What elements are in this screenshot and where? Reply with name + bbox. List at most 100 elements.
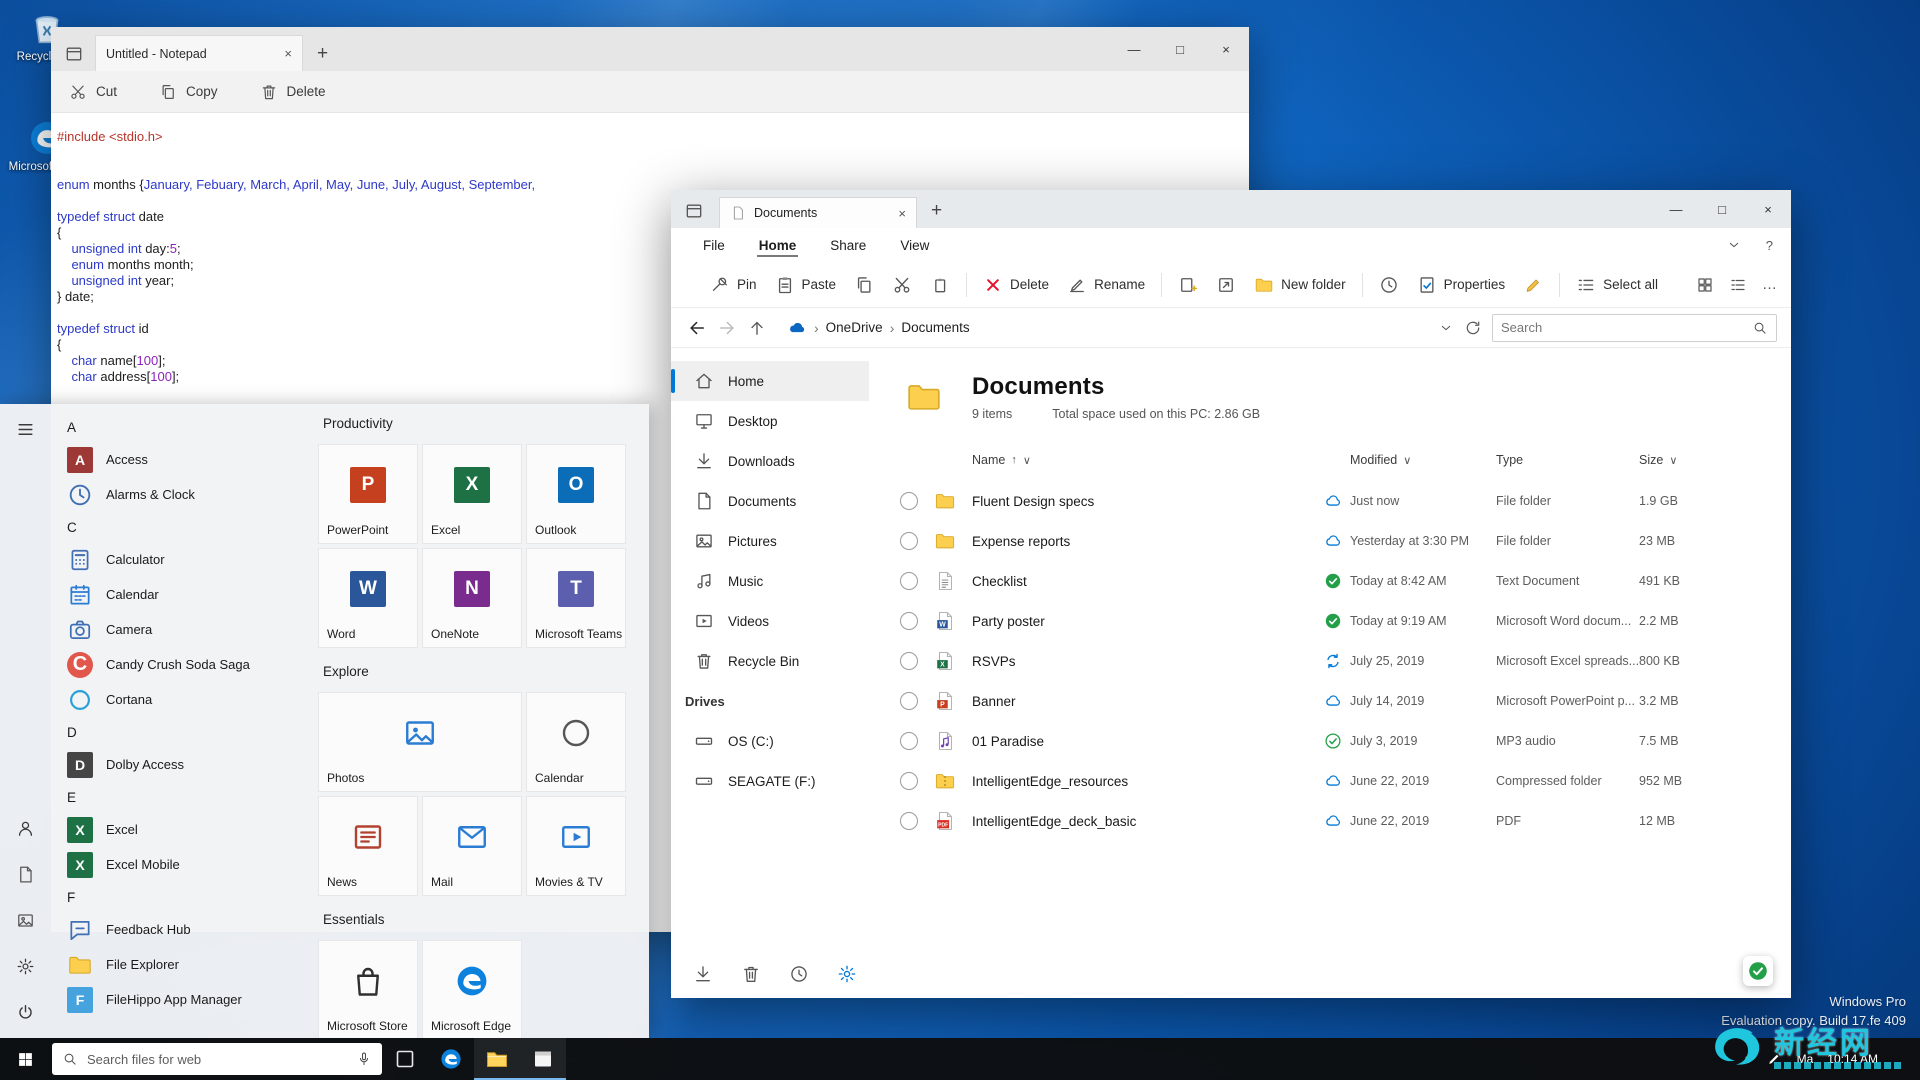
sidebar-item-os-c[interactable]: OS (C:) — [671, 721, 869, 761]
taskbar-window-button[interactable] — [520, 1038, 566, 1080]
tile-photos[interactable]: Photos — [318, 692, 522, 792]
tile-group-title[interactable]: Productivity — [323, 416, 639, 436]
forward-icon[interactable] — [717, 318, 737, 338]
menu-home[interactable]: Home — [757, 234, 799, 257]
app-item-calendar[interactable]: Calendar — [51, 577, 313, 612]
app-item-excel[interactable]: X Excel — [51, 812, 313, 847]
pen-icon[interactable] — [1766, 1051, 1782, 1067]
app-item-alarms-clock[interactable]: Alarms & Clock — [51, 477, 313, 512]
tray-date[interactable]: Ma — [1797, 1052, 1814, 1066]
taskbar-edge-button[interactable] — [428, 1038, 474, 1080]
user-account-icon[interactable] — [16, 819, 35, 838]
tab-close-icon[interactable]: × — [284, 46, 292, 61]
notepad-titlebar[interactable]: Untitled - Notepad × + — □ × — [51, 27, 1249, 71]
row-select-radio[interactable] — [900, 652, 918, 670]
tile-news[interactable]: News — [318, 796, 418, 896]
app-item-camera[interactable]: Camera — [51, 612, 313, 647]
menu-file[interactable]: File — [701, 234, 727, 257]
tray-clock[interactable]: 10:14 AM — [1827, 1052, 1878, 1066]
app-group-letter[interactable]: E — [51, 782, 313, 812]
row-select-radio[interactable] — [900, 692, 918, 710]
task-view-button[interactable] — [382, 1038, 428, 1080]
app-item-candy-crush-soda-saga[interactable]: C Candy Crush Soda Saga — [51, 647, 313, 682]
sets-windows-icon[interactable] — [63, 44, 85, 64]
toolbar-history-button[interactable] — [1370, 268, 1408, 302]
maximize-button[interactable]: □ — [1157, 27, 1203, 71]
minimize-button[interactable]: — — [1111, 27, 1157, 71]
toolbar-properties-button[interactable]: Properties — [1408, 268, 1515, 302]
breadcrumb-documents[interactable]: Documents — [901, 320, 969, 335]
tile-powerpoint[interactable]: P PowerPoint — [318, 444, 418, 544]
system-tray[interactable]: ∧ Ma 10:14 AM — [1743, 1051, 1920, 1067]
explorer-tab[interactable]: Documents × — [719, 197, 917, 228]
row-select-radio[interactable] — [900, 812, 918, 830]
breadcrumb-onedrive[interactable]: OneDrive — [826, 320, 883, 335]
menu-share[interactable]: Share — [828, 234, 868, 257]
app-item-calculator[interactable]: Calculator — [51, 542, 313, 577]
sort-ascending-icon[interactable]: ↑ — [1011, 454, 1017, 466]
row-select-radio[interactable] — [900, 492, 918, 510]
up-icon[interactable] — [747, 318, 767, 338]
column-modified[interactable]: Modified ∨ — [1350, 453, 1496, 467]
taskbar-search[interactable] — [52, 1043, 382, 1075]
sidebar-item-home[interactable]: Home — [671, 361, 869, 401]
new-tab-button[interactable]: + — [317, 43, 328, 65]
toolbar-new-folder-button[interactable]: New folder — [1245, 268, 1355, 302]
file-row[interactable]: 01 Paradise July 3, 2019 MP3 audio 7.5 MB — [869, 721, 1773, 761]
sidebar-item-videos[interactable]: Videos — [671, 601, 869, 641]
tray-expand-icon[interactable]: ∧ — [1743, 1053, 1751, 1066]
sidebar-item-recycle-bin[interactable]: Recycle Bin — [671, 641, 869, 681]
sets-windows-icon[interactable] — [683, 201, 705, 221]
toolbar-paste-button[interactable]: Paste — [766, 268, 846, 302]
app-group-letter[interactable]: A — [51, 412, 313, 442]
explorer-search[interactable] — [1492, 313, 1777, 342]
file-row[interactable]: IntelligentEdge_resources June 22, 2019 Co… — [869, 761, 1773, 801]
cut-button[interactable]: Cut — [69, 83, 117, 101]
power-icon[interactable] — [16, 1003, 35, 1022]
toolbar-edit-button[interactable] — [1514, 268, 1552, 302]
chevron-down-icon[interactable]: ∨ — [1669, 454, 1677, 467]
grid-view-icon[interactable] — [1696, 276, 1714, 294]
app-item-feedback-hub[interactable]: Feedback Hub — [51, 912, 313, 947]
help-icon[interactable]: ? — [1766, 238, 1773, 253]
close-button[interactable]: × — [1745, 190, 1791, 228]
row-select-radio[interactable] — [900, 572, 918, 590]
file-row[interactable]: Expense reports Yesterday at 3:30 PM File … — [869, 521, 1773, 561]
row-select-radio[interactable] — [900, 772, 918, 790]
sidebar-item-seagate-f[interactable]: SEAGATE (F:) — [671, 761, 869, 801]
toolbar-pin-button[interactable]: Pin — [701, 268, 766, 302]
search-icon[interactable] — [1752, 320, 1768, 336]
app-group-letter[interactable]: F — [51, 882, 313, 912]
pictures-icon[interactable] — [16, 911, 35, 930]
explorer-search-input[interactable] — [1501, 320, 1746, 335]
chevron-down-icon[interactable]: ∨ — [1403, 454, 1411, 467]
file-row[interactable]: X RSVPs July 25, 2019 Microsoft Excel sprea… — [869, 641, 1773, 681]
minimize-button[interactable]: — — [1653, 190, 1699, 228]
toolbar-select-all-button[interactable]: Select all — [1567, 268, 1667, 302]
taskbar-search-input[interactable] — [87, 1051, 347, 1067]
tile-calendar[interactable]: Calendar — [526, 692, 626, 792]
tile-outlook[interactable]: O Outlook — [526, 444, 626, 544]
toolbar-copy-button[interactable] — [845, 268, 883, 302]
start-button[interactable] — [0, 1038, 50, 1080]
settings-gear-icon[interactable] — [16, 957, 35, 976]
details-view-icon[interactable] — [1729, 276, 1747, 294]
maximize-button[interactable]: □ — [1699, 190, 1745, 228]
tile-movies-tv[interactable]: Movies & TV — [526, 796, 626, 896]
tab-close-icon[interactable]: × — [898, 206, 906, 221]
file-row[interactable]: Fluent Design specs Just now File folder 1.… — [869, 481, 1773, 521]
sidebar-item-music[interactable]: Music — [671, 561, 869, 601]
settings-footer-icon[interactable] — [837, 964, 857, 984]
app-item-dolby-access[interactable]: D Dolby Access — [51, 747, 313, 782]
toolbar-clip2-button[interactable] — [921, 268, 959, 302]
tile-onenote[interactable]: N OneNote — [422, 548, 522, 648]
column-name[interactable]: Name ↑ ∨ — [972, 453, 1324, 467]
column-size[interactable]: Size ∨ — [1639, 453, 1773, 467]
sync-status-button[interactable] — [1743, 956, 1773, 986]
tile-group-title[interactable]: Essentials — [323, 912, 639, 932]
copy-button[interactable]: Copy — [159, 83, 218, 101]
delete-button[interactable]: Delete — [260, 83, 326, 101]
notepad-tab[interactable]: Untitled - Notepad × — [95, 35, 303, 71]
toolbar-delete-button[interactable]: Delete — [974, 268, 1058, 302]
back-icon[interactable] — [687, 318, 707, 338]
